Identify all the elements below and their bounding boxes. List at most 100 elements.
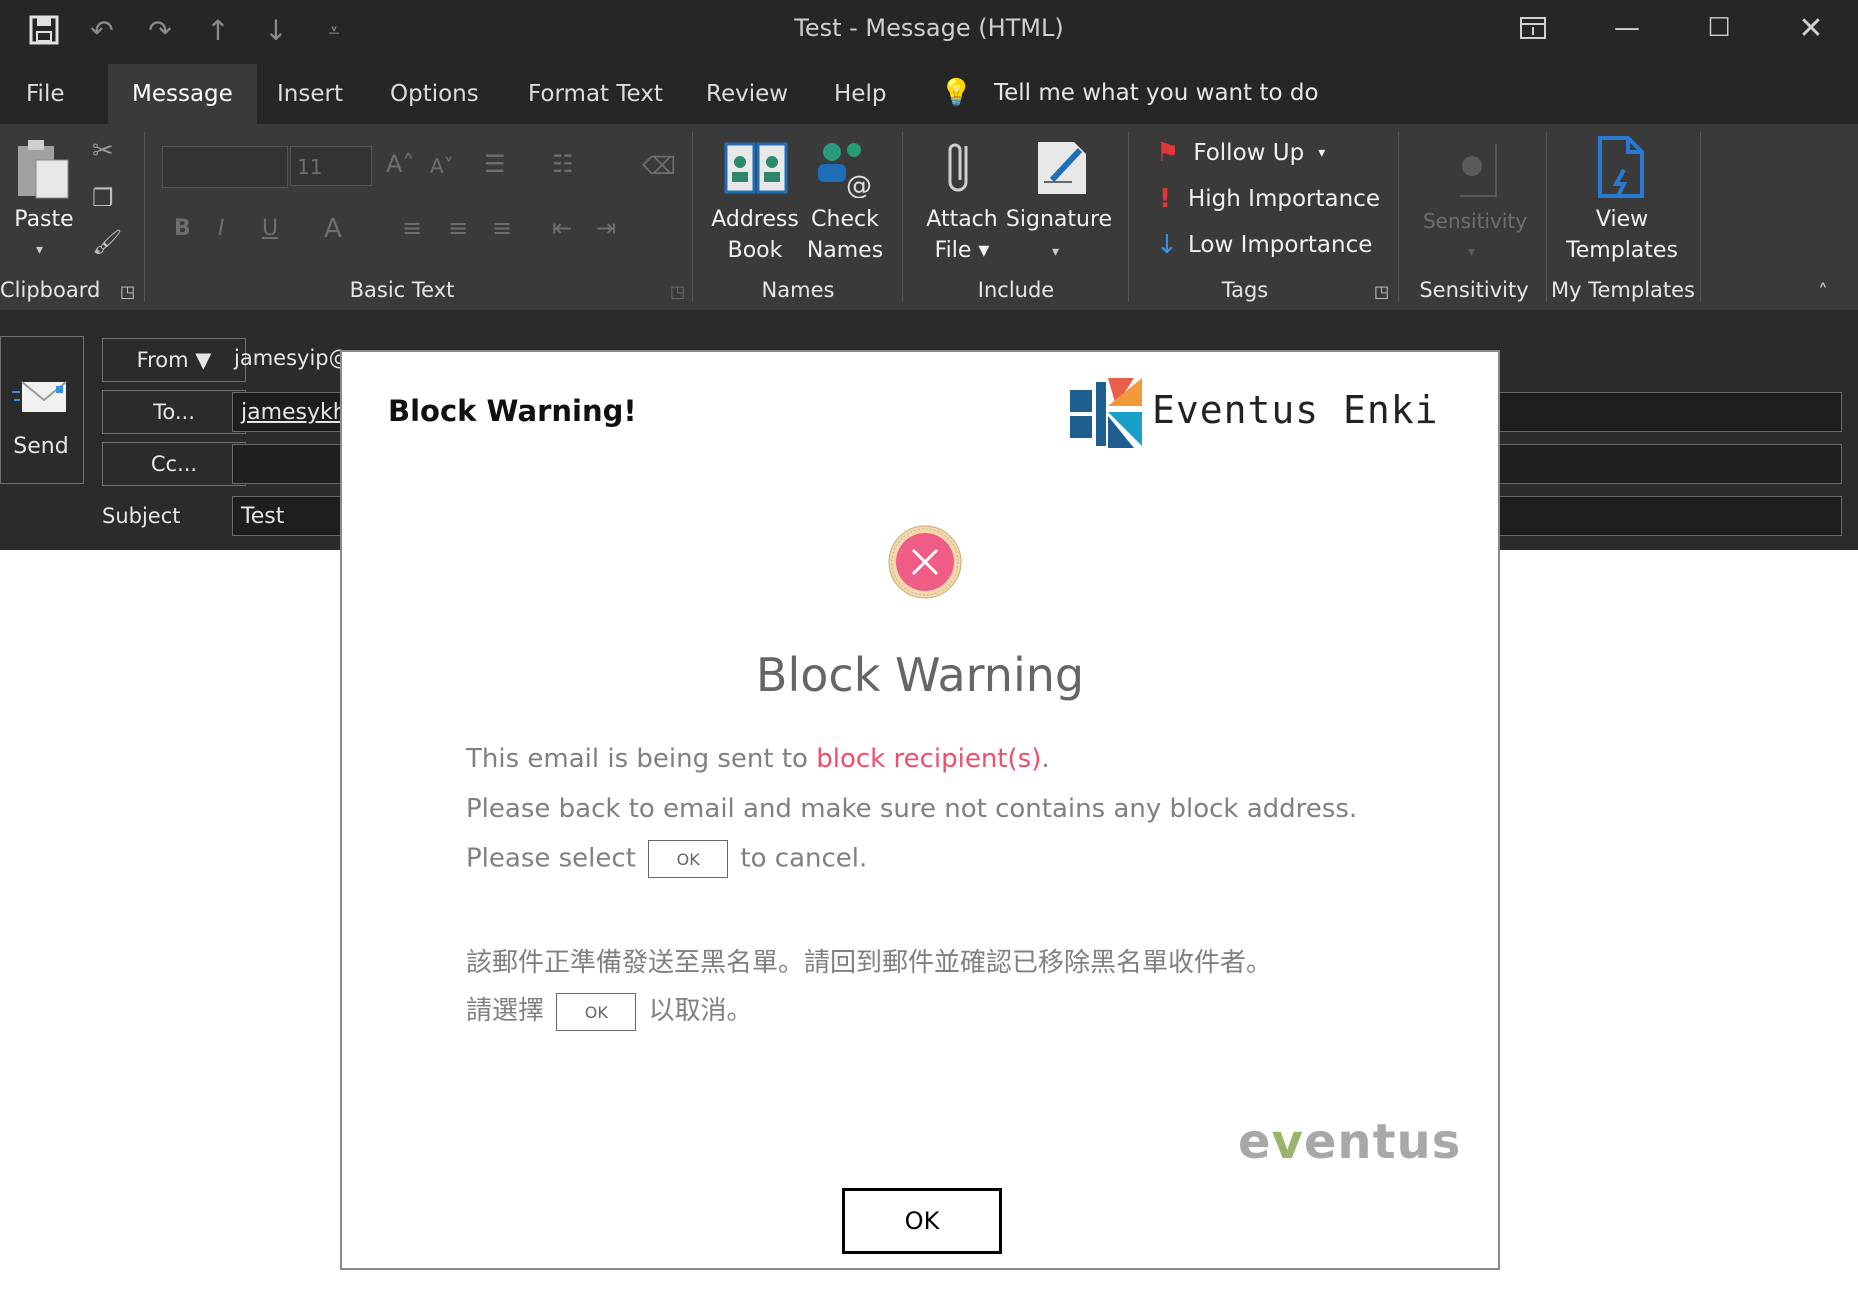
message-line-1: This email is being sent to block recipi… [466, 744, 1050, 774]
ribbon-display-icon[interactable] [1498, 6, 1568, 50]
font-size-box[interactable]: 11 [290, 146, 372, 186]
high-importance-label: High Importance [1188, 186, 1380, 212]
group-label-include: Include [977, 278, 1055, 302]
eventus-logo-part-1: e [1238, 1114, 1272, 1170]
signature-button[interactable]: Signature [1000, 204, 1118, 235]
group-label-my-templates: My Templates [1551, 278, 1695, 302]
message-zh-line-1: 該郵件正準備發送至黑名單。請回到郵件並確認已移除黑名單收件者。 [466, 948, 1273, 978]
group-separator [1398, 132, 1399, 302]
bullets-icon[interactable]: ☰ [484, 150, 506, 178]
message-zh-line-2-suffix: 以取消。 [648, 996, 753, 1026]
attach-label-1: Attach [926, 207, 998, 232]
tab-help[interactable]: Help [810, 64, 910, 124]
follow-up-button[interactable]: ⚑ Follow Up ▾ [1156, 138, 1325, 168]
group-separator [1128, 132, 1129, 302]
address-book-label-1: Address [711, 207, 799, 232]
high-importance-button[interactable]: ! High Importance [1156, 184, 1380, 214]
check-names-label-1: Check [811, 207, 879, 232]
lightbulb-icon: 💡 [940, 78, 973, 108]
eventus-logo: eventus [1238, 1114, 1461, 1170]
paste-icon[interactable] [14, 138, 72, 200]
message-line-1-prefix: This email is being sent to [466, 744, 817, 774]
clipboard-launcher-icon[interactable]: ◳ [120, 282, 135, 301]
font-color-icon[interactable]: A [324, 214, 342, 244]
grow-font-icon[interactable]: A˄ [386, 150, 414, 178]
signature-dropdown-icon[interactable]: ▾ [1052, 244, 1059, 260]
cc-button[interactable]: Cc... [102, 442, 246, 486]
tab-review[interactable]: Review [682, 64, 812, 124]
block-warning-dialog: Block Warning! Eventus Enki Block Warnin… [340, 350, 1500, 1270]
low-importance-button[interactable]: ↓ Low Importance [1156, 230, 1372, 260]
shrink-font-icon[interactable]: A˅ [430, 154, 454, 178]
align-center-icon[interactable]: ≡ [448, 214, 468, 242]
check-names-button[interactable]: Check Names [800, 204, 890, 266]
view-templates-button[interactable]: View Templates [1560, 204, 1684, 266]
tab-file[interactable]: File [2, 64, 89, 124]
check-names-label-2: Names [806, 238, 884, 263]
tags-launcher-icon[interactable]: ◳ [1374, 282, 1389, 301]
font-name-box[interactable] [162, 146, 288, 188]
address-book-button[interactable]: Address Book [700, 204, 810, 266]
message-line-3-prefix: Please select [466, 843, 636, 874]
group-label-sensitivity: Sensitivity [1419, 278, 1529, 302]
to-button[interactable]: To... [102, 390, 246, 434]
maximize-icon[interactable]: ☐ [1684, 6, 1754, 50]
send-label: Send [13, 434, 69, 459]
flag-icon: ⚑ [1156, 138, 1180, 168]
close-icon[interactable]: ✕ [1776, 6, 1846, 50]
copy-icon[interactable]: ❐ [92, 184, 114, 212]
decrease-indent-icon[interactable]: ⇤ [552, 214, 572, 242]
minimize-icon[interactable]: — [1592, 6, 1662, 50]
ok-button[interactable]: OK [842, 1188, 1002, 1254]
increase-indent-icon[interactable]: ⇥ [596, 214, 616, 242]
from-button[interactable]: From ▼ [102, 338, 246, 382]
brand-name: Eventus Enki [1152, 388, 1439, 432]
tab-options[interactable]: Options [366, 64, 503, 124]
message-line-3: Please select OK to cancel. [466, 840, 867, 878]
sensitivity-icon[interactable] [1452, 140, 1508, 200]
tab-insert[interactable]: Insert [253, 64, 367, 124]
align-right-icon[interactable]: ≡ [492, 214, 512, 242]
paste-button[interactable]: Paste [4, 204, 84, 235]
basic-text-launcher-icon[interactable]: ◳ [670, 282, 685, 301]
attach-label-2: File [934, 238, 972, 263]
sensitivity-button[interactable]: Sensitivity [1410, 206, 1540, 237]
numbering-icon[interactable]: ☷ [552, 150, 574, 178]
tab-message[interactable]: Message [108, 64, 257, 124]
message-line-1-suffix: . [1041, 744, 1050, 774]
block-recipients-highlight: block recipient(s) [816, 744, 1042, 774]
message-line-2: Please back to email and make sure not c… [466, 794, 1358, 824]
group-separator [144, 132, 145, 302]
address-book-icon[interactable] [724, 140, 788, 196]
view-templates-icon[interactable] [1594, 134, 1650, 200]
italic-icon[interactable]: I [218, 216, 225, 241]
group-separator [1546, 132, 1547, 302]
cut-icon[interactable]: ✂ [92, 136, 114, 166]
signature-icon[interactable] [1032, 136, 1092, 198]
follow-up-label: Follow Up [1193, 140, 1305, 166]
eventus-enki-logo-icon [1068, 376, 1148, 450]
group-separator [902, 132, 903, 302]
sensitivity-dropdown-icon[interactable]: ▾ [1468, 244, 1475, 260]
message-zh-line-2: 請選擇 OK 以取消。 [466, 990, 753, 1031]
paste-dropdown-icon[interactable]: ▾ [36, 242, 43, 258]
address-book-label-2: Book [727, 238, 783, 263]
check-names-icon[interactable]: @ [812, 138, 876, 201]
tell-me-search[interactable]: Tell me what you want to do [994, 80, 1319, 106]
bold-icon[interactable]: B [174, 216, 191, 241]
chevron-down-icon: ▾ [1318, 145, 1326, 161]
view-templates-label-2: Templates [1566, 238, 1678, 263]
clear-formatting-icon[interactable]: ⌫ [642, 152, 676, 180]
tab-format-text[interactable]: Format Text [504, 64, 687, 124]
group-label-tags: Tags [1221, 278, 1269, 302]
format-painter-icon[interactable]: 🖌 [92, 228, 122, 256]
attach-file-button[interactable]: Attach File ▾ [912, 204, 1012, 266]
collapse-ribbon-icon[interactable]: ˄ [1818, 280, 1828, 304]
underline-icon[interactable]: U [262, 216, 278, 241]
dialog-heading: Block Warning [755, 648, 1085, 702]
group-label-basic-text: Basic Text [349, 278, 455, 302]
align-left-icon[interactable]: ≡ [402, 214, 422, 242]
message-zh-line-2-prefix: 請選擇 [466, 996, 545, 1026]
paperclip-icon[interactable] [940, 136, 980, 198]
eventus-logo-part-3: entus [1303, 1114, 1462, 1170]
